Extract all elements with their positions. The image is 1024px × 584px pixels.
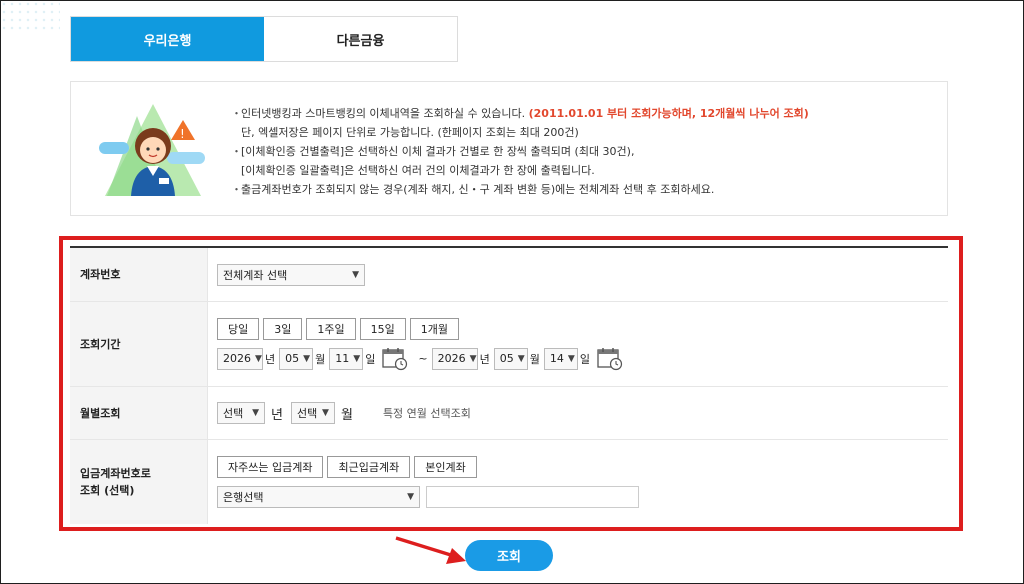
calendar-icon[interactable]	[382, 347, 408, 371]
from-month-select[interactable]: 05 ▼	[279, 347, 314, 370]
row-period: 조회기간 당일 3일 1주일 15일 1개월 2026 ▼ 년 05 ▼ 월 11 ▼…	[70, 302, 948, 387]
search-form: 계좌번호 전체계좌 선택 ▼ 조회기간 당일 3일 1주일 15일 1개월 202…	[70, 246, 948, 524]
to-year-select[interactable]: 2026 ▼	[431, 347, 478, 370]
pointer-arrow-icon	[395, 536, 466, 564]
deposit-account-input[interactable]	[426, 486, 639, 508]
notice-item: ・[이체확인증 건별출력]은 선택하신 이체 결과가 건별로 한 장씩 출력되며…	[231, 145, 635, 158]
bank-select[interactable]: 은행선택 ▼	[217, 486, 420, 508]
period-15days-button[interactable]: 15일	[359, 317, 406, 340]
notice-item: ・인터넷뱅킹과 스마트뱅킹의 이체내역을 조회하실 수 있습니다. (2011.…	[231, 107, 809, 120]
chevron-down-icon: ▼	[303, 353, 311, 364]
chevron-down-icon: ▼	[322, 408, 329, 418]
search-button[interactable]: 조회	[465, 540, 553, 571]
account-select[interactable]: 전체계좌 선택 ▼	[217, 263, 365, 286]
chevron-down-icon: ▼	[407, 492, 414, 502]
notice-item: ・출금계좌번호가 조회되지 않는 경우(계좌 해지, 신・구 계좌 변환 등)에…	[231, 183, 715, 196]
to-day-select[interactable]: 14 ▼	[543, 347, 578, 370]
period-1week-button[interactable]: 1주일	[306, 317, 356, 340]
background-dots	[0, 0, 60, 30]
notice-item: [이체확인증 일괄출력]은 선택하신 여러 건의 이체결과가 한 장에 출력됩니…	[241, 164, 595, 177]
to-month-select[interactable]: 05 ▼	[493, 347, 528, 370]
calendar-icon[interactable]	[597, 347, 623, 371]
from-year-select[interactable]: 2026 ▼	[217, 347, 263, 370]
notice-item: 단, 엑셀저장은 페이지 단위로 가능합니다. (한페이지 조회는 최대 200…	[241, 126, 579, 139]
monthly-hint: 특정 연월 선택조회	[382, 407, 471, 420]
recent-account-button[interactable]: 최근입금계좌	[327, 456, 411, 478]
svg-text:!: !	[180, 127, 185, 141]
customer-service-illustration-icon: !	[99, 104, 205, 196]
row-monthly: 월별조회 선택 ▼ 년 선택 ▼ 월 특정 연월 선택조회	[70, 387, 948, 440]
period-today-button[interactable]: 당일	[217, 317, 260, 340]
tab-woori-bank[interactable]: 우리은행	[71, 17, 264, 61]
from-day-select[interactable]: 11 ▼	[329, 347, 364, 370]
frequent-account-button[interactable]: 자주쓰는 입금계좌	[217, 456, 324, 478]
monthly-label: 월별조회	[70, 387, 208, 439]
deposit-label: 입금계좌번호로 조회 (선택)	[70, 440, 208, 524]
chevron-down-icon: ▼	[353, 353, 361, 364]
chevron-down-icon: ▼	[469, 353, 477, 364]
notice-list: ・인터넷뱅킹과 스마트뱅킹의 이체내역을 조회하실 수 있습니다. (2011.…	[231, 104, 809, 199]
chevron-down-icon: ▼	[567, 353, 575, 364]
row-account: 계좌번호 전체계좌 선택 ▼	[70, 248, 948, 302]
chevron-down-icon: ▼	[517, 353, 525, 364]
period-3days-button[interactable]: 3일	[263, 317, 303, 340]
period-1month-button[interactable]: 1개월	[409, 317, 459, 340]
row-deposit: 입금계좌번호로 조회 (선택) 자주쓰는 입금계좌 최근입금계좌 본인계좌 은행…	[70, 440, 948, 524]
bank-tabs: 우리은행 다른금융	[70, 16, 458, 62]
period-label: 조회기간	[70, 302, 208, 386]
own-account-button[interactable]: 본인계좌	[414, 456, 477, 478]
notice-box: ! ・인터넷뱅킹과 스마트뱅킹의 이체내역을 조회하실 수 있습니다. (201…	[70, 81, 948, 216]
tab-other-finance[interactable]: 다른금융	[264, 17, 457, 61]
notice-highlight: (2011.01.01 부터 조회가능하며, 12개월씩 나누어 조회)	[528, 107, 809, 120]
monthly-month-select[interactable]: 선택 ▼	[290, 402, 335, 424]
account-label: 계좌번호	[70, 248, 208, 301]
chevron-down-icon: ▼	[252, 408, 259, 418]
chevron-down-icon: ▼	[255, 353, 262, 364]
chevron-down-icon: ▼	[352, 269, 359, 280]
monthly-year-select[interactable]: 선택 ▼	[217, 402, 265, 424]
